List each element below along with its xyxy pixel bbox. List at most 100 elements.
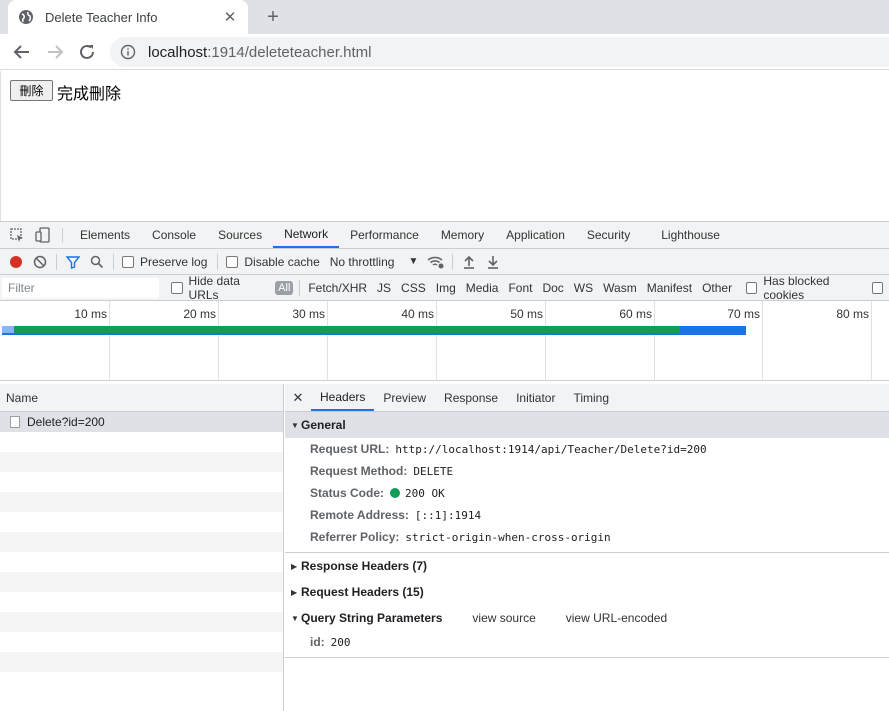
browser-tab[interactable]: Delete Teacher Info ✕ xyxy=(8,0,248,34)
query-param-row: id: 200 xyxy=(285,631,889,653)
status-code-label: Status Code: xyxy=(310,486,385,500)
filter-type-css[interactable]: CSS xyxy=(399,281,428,295)
delete-button[interactable]: 刪除 xyxy=(10,80,53,101)
filter-type-other[interactable]: Other xyxy=(700,281,734,295)
new-tab-button[interactable]: + xyxy=(262,6,284,28)
filter-bar: Filter Hide data URLs All Fetch/XHR JS C… xyxy=(0,274,889,302)
has-blocked-cookies-checkbox[interactable]: Has blocked cookies xyxy=(746,274,866,302)
search-icon[interactable] xyxy=(85,251,109,273)
request-headers-section[interactable]: ▶ Request Headers (15) xyxy=(285,579,889,605)
tab-sources[interactable]: Sources xyxy=(207,222,273,248)
devtools-panel: Elements Console Sources Network Perform… xyxy=(0,221,889,711)
filter-type-wasm[interactable]: Wasm xyxy=(601,281,639,295)
filter-type-fetch-xhr[interactable]: Fetch/XHR xyxy=(306,281,369,295)
overview-request-bar xyxy=(2,333,746,335)
tab-console[interactable]: Console xyxy=(141,222,207,248)
tab-application[interactable]: Application xyxy=(495,222,576,248)
view-source-link[interactable]: view source xyxy=(472,611,535,625)
filter-type-js[interactable]: JS xyxy=(375,281,393,295)
empty-row xyxy=(0,432,283,452)
filter-input[interactable]: Filter xyxy=(2,277,160,298)
empty-row xyxy=(0,532,283,552)
filter-type-ws[interactable]: WS xyxy=(572,281,595,295)
tab-security[interactable]: Security xyxy=(576,222,650,248)
tab-lighthouse[interactable]: Lighthouse xyxy=(650,222,731,248)
tab-performance[interactable]: Performance xyxy=(339,222,430,248)
network-overview[interactable]: 10 ms 20 ms 30 ms 40 ms 50 ms 60 ms 70 m… xyxy=(0,301,889,381)
request-url-label: Request URL: xyxy=(310,442,390,456)
disable-cache-checkbox[interactable]: Disable cache xyxy=(226,255,320,269)
filter-icon[interactable] xyxy=(61,251,85,273)
tab-preview[interactable]: Preview xyxy=(374,384,435,411)
hide-data-urls-checkbox[interactable]: Hide data URLs xyxy=(171,274,267,302)
query-param-key: id: xyxy=(310,635,325,649)
tab-memory[interactable]: Memory xyxy=(430,222,495,248)
tab-elements[interactable]: Elements xyxy=(69,222,141,248)
filter-type-doc[interactable]: Doc xyxy=(540,281,565,295)
filter-type-img[interactable]: Img xyxy=(434,281,458,295)
export-har-icon[interactable] xyxy=(481,251,505,273)
close-icon[interactable]: ✕ xyxy=(222,8,238,26)
forward-icon[interactable] xyxy=(44,41,66,63)
overview-gridline xyxy=(218,301,219,381)
tab-headers[interactable]: Headers xyxy=(311,384,375,411)
network-conditions-icon[interactable] xyxy=(424,251,448,273)
device-toolbar-icon[interactable] xyxy=(30,222,56,248)
checkbox-box[interactable] xyxy=(871,281,883,294)
overview-tick-label: 80 ms xyxy=(836,307,869,321)
remote-address-value: [::1]:1914 xyxy=(414,508,482,522)
view-url-encoded-link[interactable]: view URL-encoded xyxy=(566,611,667,625)
import-har-icon[interactable] xyxy=(457,251,481,273)
tab-network[interactable]: Network xyxy=(273,222,340,248)
status-code-row: Status Code: 200 OK xyxy=(285,482,889,504)
referrer-policy-row: Referrer Policy: strict-origin-when-cros… xyxy=(285,526,889,548)
checkbox-box[interactable] xyxy=(122,255,134,268)
tab-response[interactable]: Response xyxy=(435,384,507,411)
preserve-log-checkbox[interactable]: Preserve log xyxy=(122,255,207,269)
close-icon[interactable]: ✕ xyxy=(285,384,311,411)
filter-type-all[interactable]: All xyxy=(275,280,294,295)
reload-icon[interactable] xyxy=(76,41,98,63)
referrer-policy-label: Referrer Policy: xyxy=(310,530,400,544)
info-icon[interactable] xyxy=(120,44,136,60)
empty-row xyxy=(0,572,283,592)
status-ok-icon xyxy=(390,488,401,498)
address-bar[interactable]: localhost:1914/deleteteacher.html xyxy=(110,37,889,67)
response-headers-title: Response Headers (7) xyxy=(301,559,428,573)
divider xyxy=(56,253,57,270)
result-text: 完成刪除 xyxy=(57,84,122,103)
browser-toolbar: localhost:1914/deleteteacher.html xyxy=(0,34,889,70)
request-list: Name Delete?id=200 xyxy=(0,384,284,711)
url-path: :1914/deleteteacher.html xyxy=(207,43,372,61)
checkbox-box[interactable] xyxy=(746,281,758,294)
request-headers-title: Request Headers (15) xyxy=(301,585,424,599)
checkbox-box[interactable] xyxy=(171,281,183,294)
inspect-element-icon[interactable] xyxy=(4,222,30,248)
filter-type-font[interactable]: Font xyxy=(506,281,534,295)
remote-address-label: Remote Address: xyxy=(310,508,409,522)
tab-initiator[interactable]: Initiator xyxy=(507,384,564,411)
name-column-header[interactable]: Name xyxy=(0,384,283,412)
query-string-section[interactable]: ▼ Query String Parameters view source vi… xyxy=(285,605,889,631)
dropdown-arrow-icon: ▼ xyxy=(408,256,419,267)
collapsed-triangle-icon: ▶ xyxy=(291,561,298,571)
tab-timing[interactable]: Timing xyxy=(564,384,618,411)
details-tabbar: ✕ Headers Preview Response Initiator Tim… xyxy=(285,384,889,412)
filter-type-manifest[interactable]: Manifest xyxy=(645,281,694,295)
empty-row xyxy=(0,632,283,652)
overview-tick-label: 30 ms xyxy=(292,307,325,321)
status-code-value: 200 OK xyxy=(405,486,445,500)
checkbox-box[interactable] xyxy=(226,255,239,268)
request-row[interactable]: Delete?id=200 xyxy=(0,412,283,432)
response-headers-section[interactable]: ▶ Response Headers (7) xyxy=(285,553,889,579)
general-section-header[interactable]: ▼ General xyxy=(285,412,889,438)
throttling-select[interactable]: No throttling ▼ xyxy=(330,255,419,269)
has-blocked-cookies-label: Has blocked cookies xyxy=(763,273,830,302)
record-icon[interactable] xyxy=(4,251,28,273)
clear-icon[interactable] xyxy=(28,251,52,273)
empty-row xyxy=(0,552,283,572)
filter-type-media[interactable]: Media xyxy=(464,281,501,295)
overview-tick-label: 60 ms xyxy=(619,307,652,321)
back-icon[interactable] xyxy=(11,41,33,63)
expanded-triangle-icon: ▼ xyxy=(291,420,299,430)
